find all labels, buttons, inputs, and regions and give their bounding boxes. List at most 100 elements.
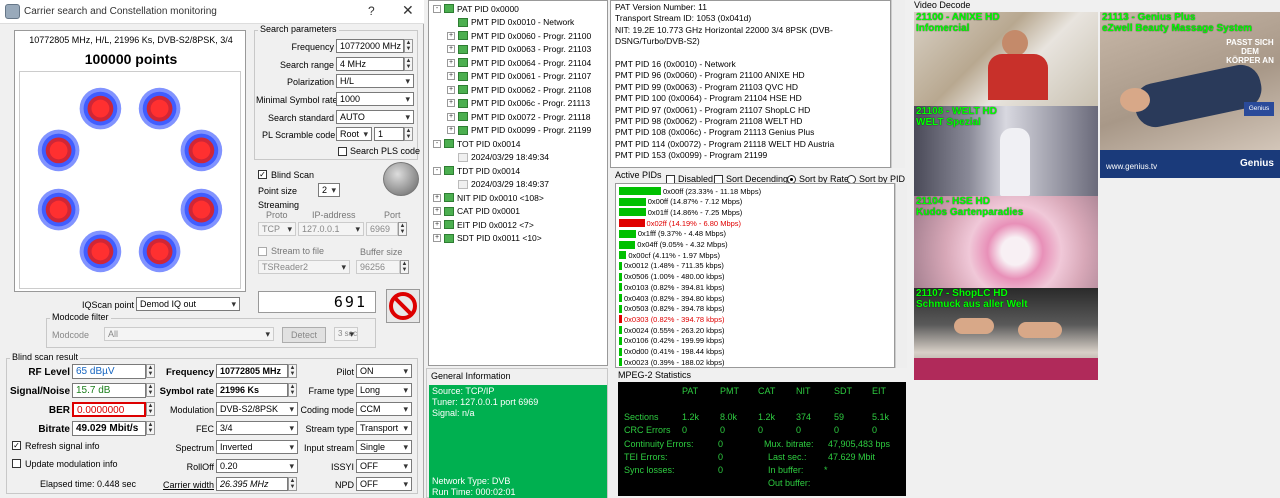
expand-icon[interactable]: +: [447, 58, 455, 67]
table-icon: [458, 98, 468, 108]
expand-icon[interactable]: +: [447, 85, 455, 94]
signal-noise-spinner[interactable]: ▲ ▼: [146, 383, 155, 397]
frame-type-select[interactable]: Long: [356, 383, 412, 397]
tree-node[interactable]: 2024/03/29 18:49:34: [447, 151, 549, 164]
frequency-spinner[interactable]: ▲ ▼: [404, 39, 413, 53]
pid-list-scrollbar[interactable]: [895, 183, 907, 368]
expand-icon[interactable]: +: [447, 45, 455, 53]
rf-level-spinner[interactable]: ▲ ▼: [146, 364, 155, 378]
stop-button[interactable]: [386, 289, 420, 323]
pl-scramble-code-input[interactable]: 1: [374, 127, 404, 141]
tree-node[interactable]: + PMT PID 0x006c - Progr. 21113: [447, 97, 590, 110]
spectrum-select[interactable]: Inverted: [216, 440, 298, 454]
expand-icon[interactable]: +: [447, 72, 455, 80]
expand-icon[interactable]: +: [447, 126, 455, 134]
tree-node[interactable]: + EIT PID 0x0012 <7>: [433, 218, 534, 231]
expand-icon[interactable]: +: [433, 234, 441, 242]
tree-node[interactable]: + CAT PID 0x0001: [433, 205, 520, 218]
info-scrollbar[interactable]: [891, 0, 905, 168]
ip-address-select[interactable]: 127.0.0.1: [298, 222, 364, 236]
port-input[interactable]: 6969: [366, 222, 398, 236]
collapse-icon[interactable]: -: [433, 4, 441, 13]
tree-node[interactable]: + NIT PID 0x0010 <108>: [433, 191, 544, 204]
tree-node[interactable]: + PMT PID 0x0062 - Progr. 21108: [447, 83, 591, 96]
pilot-select[interactable]: ON: [356, 364, 412, 378]
tree-node[interactable]: - TOT PID 0x0014: [433, 137, 520, 150]
tree-node[interactable]: + SDT PID 0x0011 <10>: [433, 232, 542, 245]
tree-node[interactable]: + PMT PID 0x0061 - Progr. 21107: [447, 70, 591, 83]
search-range-input[interactable]: 4 MHz: [336, 57, 404, 71]
constellation-snapshot-icon[interactable]: [383, 162, 419, 196]
rolloff-select[interactable]: 0.20: [216, 459, 298, 473]
point-size-select[interactable]: 2: [318, 183, 340, 197]
modcode-select[interactable]: All: [104, 327, 274, 341]
tree-node[interactable]: PMT PID 0x0010 - Network: [447, 16, 574, 29]
search-standard-select[interactable]: AUTO: [336, 110, 414, 124]
tree-node[interactable]: - TDT PID 0x0014: [433, 164, 520, 177]
expand-icon[interactable]: +: [447, 112, 455, 121]
frequency-result-spinner[interactable]: ▲ ▼: [288, 364, 297, 378]
search-pls-checkbox[interactable]: [338, 147, 347, 156]
mpeg2-stats-box: Sections CRC Errors Continuity Errors: 0…: [618, 382, 906, 496]
refresh-signal-checkbox[interactable]: ✓: [12, 441, 21, 450]
expand-icon[interactable]: +: [433, 220, 441, 229]
symbol-rate-spinner[interactable]: ▲ ▼: [288, 383, 297, 397]
detect-seconds-select[interactable]: 3 sec: [334, 327, 358, 341]
buffer-size-spinner[interactable]: ▲ ▼: [400, 260, 409, 274]
video-tile-shoplc[interactable]: 21107 - ShopLC HD Schmuck aus aller Welt: [914, 288, 1098, 380]
min-symbol-rate-select[interactable]: 1000: [336, 92, 414, 106]
detect-button[interactable]: Detect: [282, 327, 326, 343]
proto-select[interactable]: TCP: [258, 222, 296, 236]
frequency-input[interactable]: 10772000 MHz: [336, 39, 404, 53]
expand-icon[interactable]: +: [433, 193, 441, 202]
tree-node[interactable]: + PMT PID 0x0064 - Progr. 21104: [447, 56, 591, 69]
input-stream-select[interactable]: Single: [356, 440, 412, 454]
collapse-icon[interactable]: -: [433, 139, 441, 148]
tree-node[interactable]: + PMT PID 0x0060 - Progr. 21100: [447, 29, 591, 42]
carrier-width-spinner[interactable]: ▲ ▼: [288, 477, 297, 491]
iq-scan-select[interactable]: Demod IQ out: [136, 297, 240, 311]
blind-scan-checkbox[interactable]: ✓: [258, 170, 267, 179]
expand-icon[interactable]: +: [447, 31, 455, 40]
video-tile-welt[interactable]: 21108 - WELT HD WELT Spezial: [914, 106, 1098, 196]
tree-node[interactable]: 2024/03/29 18:49:37: [447, 178, 549, 191]
tree-node[interactable]: + PMT PID 0x0063 - Progr. 21103: [447, 43, 591, 56]
bitrate-spinner[interactable]: ▲ ▼: [146, 421, 155, 435]
collapse-icon[interactable]: -: [433, 166, 441, 175]
help-button[interactable]: ?: [368, 4, 375, 18]
npd-select[interactable]: OFF: [356, 477, 412, 491]
update-modulation-checkbox[interactable]: [12, 459, 21, 468]
fec-label: FEC: [196, 424, 214, 434]
modulation-select[interactable]: DVB-S2/8PSK: [216, 402, 298, 416]
pid-tree[interactable]: - PAT PID 0x0000 PMT PID 0x0010 - Network +…: [428, 0, 608, 366]
polarization-select[interactable]: H/L: [336, 74, 414, 88]
tree-node[interactable]: - PAT PID 0x0000: [433, 2, 519, 15]
stream-to-file-checkbox[interactable]: [258, 247, 267, 256]
tree-leaf-icon[interactable]: [447, 180, 455, 188]
tree-leaf-icon[interactable]: [447, 18, 455, 26]
video-tile-hse[interactable]: 21104 - HSE HD Kudos Gartenparadies: [914, 196, 1098, 288]
reader-select[interactable]: TSReader2: [258, 260, 350, 274]
video-tile-anixe[interactable]: 21100 - ANIXE HD Infomercial: [914, 12, 1098, 106]
close-button[interactable]: ✕: [402, 2, 414, 19]
stream-type-select[interactable]: Transport: [356, 421, 412, 435]
pl-scramble-mode-select[interactable]: Root: [336, 127, 372, 141]
buffer-size-input[interactable]: 96256: [356, 260, 400, 274]
tree-leaf-icon[interactable]: [447, 153, 455, 161]
expand-icon[interactable]: +: [433, 207, 441, 215]
pl-scramble-spinner[interactable]: ▲ ▼: [404, 127, 413, 141]
video-tile-genius[interactable]: PASST SICH DEM KÖRPER AN www.genius.tv G…: [1100, 12, 1280, 178]
expand-icon[interactable]: +: [447, 99, 455, 107]
tree-node[interactable]: + PMT PID 0x0072 - Progr. 21118: [447, 110, 591, 123]
fec-select[interactable]: 3/4: [216, 421, 298, 435]
pid-rate-label: 0x0303 (0.82% - 394.78 kbps): [624, 314, 725, 324]
issyi-select[interactable]: OFF: [356, 459, 412, 473]
constellation-plot: [19, 71, 241, 289]
tree-node-label: PMT PID 0x0099 - Progr. 21199: [471, 125, 592, 135]
carrier-width-label[interactable]: Carrier width: [156, 480, 214, 490]
tree-node[interactable]: + PMT PID 0x0099 - Progr. 21199: [447, 124, 591, 137]
port-spinner[interactable]: ▲ ▼: [398, 222, 407, 236]
ber-spinner[interactable]: ▲ ▼: [146, 402, 155, 416]
coding-mode-select[interactable]: CCM: [356, 402, 412, 416]
search-range-spinner[interactable]: ▲ ▼: [404, 57, 413, 71]
